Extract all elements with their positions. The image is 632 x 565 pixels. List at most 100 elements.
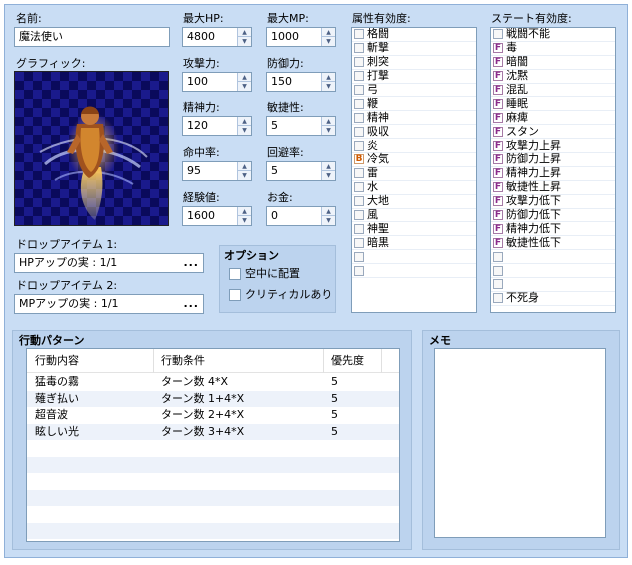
element-efficacy-mark[interactable] bbox=[354, 265, 364, 276]
spin-up-icon[interactable]: ▲ bbox=[238, 117, 251, 126]
state-item[interactable]: F 攻撃力上昇 bbox=[491, 139, 615, 154]
hit-spinner[interactable]: 95 ▲ ▼ bbox=[182, 161, 252, 181]
state-efficacy-mark[interactable] bbox=[493, 293, 503, 304]
element-item[interactable]: 弓 bbox=[352, 83, 476, 98]
state-item[interactable]: F 麻痺 bbox=[491, 111, 615, 126]
element-item[interactable]: 炎 bbox=[352, 139, 476, 154]
spirit-spinner[interactable]: 120 ▲ ▼ bbox=[182, 116, 252, 136]
state-efficacy-mark[interactable]: F bbox=[493, 223, 503, 234]
col-header-condition[interactable]: 行動条件 bbox=[161, 354, 205, 368]
state-efficacy-mark[interactable]: F bbox=[493, 210, 503, 221]
state-item[interactable]: F 混乱 bbox=[491, 83, 615, 98]
state-item[interactable]: F 精神力低下 bbox=[491, 222, 615, 237]
element-efficacy-list[interactable]: 格闘 斬撃 刺突 打撃弓鞭精神 吸収炎 B 冷気雷水大地風神聖 暗黒 bbox=[351, 27, 477, 313]
element-efficacy-mark[interactable] bbox=[354, 43, 364, 54]
state-efficacy-mark[interactable]: F bbox=[493, 43, 503, 54]
state-item[interactable]: F 精神力上昇 bbox=[491, 166, 615, 181]
element-item[interactable]: 吸収 bbox=[352, 125, 476, 140]
table-row[interactable] bbox=[27, 522, 399, 539]
memo-textarea[interactable] bbox=[434, 348, 606, 538]
table-row[interactable] bbox=[27, 440, 399, 456]
spin-up-icon[interactable]: ▲ bbox=[322, 162, 335, 171]
state-item[interactable]: F 敏捷性上昇 bbox=[491, 180, 615, 195]
element-item[interactable]: 鞭 bbox=[352, 97, 476, 112]
table-row[interactable] bbox=[27, 473, 399, 489]
element-item[interactable]: B 冷気 bbox=[352, 152, 476, 167]
element-efficacy-mark[interactable] bbox=[354, 85, 364, 95]
element-item[interactable]: 水 bbox=[352, 180, 476, 195]
state-efficacy-mark[interactable]: F bbox=[493, 57, 503, 68]
state-item[interactable]: F 沈黙 bbox=[491, 69, 615, 84]
table-row[interactable]: 眩しい光 ターン数 3+4*X 5 bbox=[27, 423, 399, 440]
state-efficacy-mark[interactable] bbox=[493, 265, 503, 276]
state-item[interactable] bbox=[491, 250, 615, 265]
spin-up-icon[interactable]: ▲ bbox=[238, 28, 251, 37]
table-row[interactable]: 超音波 ターン数 2+4*X 5 bbox=[27, 407, 399, 423]
spin-down-icon[interactable]: ▼ bbox=[322, 216, 335, 225]
state-efficacy-mark[interactable]: F bbox=[493, 237, 503, 248]
drop-item-2-field[interactable]: MPアップの実 : 1/1 ... bbox=[14, 294, 204, 314]
spin-up-icon[interactable]: ▲ bbox=[322, 117, 335, 126]
element-item[interactable]: 打撃 bbox=[352, 69, 476, 84]
table-row[interactable]: 薙ぎ払い ターン数 1+4*X 5 bbox=[27, 390, 399, 407]
element-item[interactable] bbox=[352, 264, 476, 279]
spin-down-icon[interactable]: ▼ bbox=[238, 126, 251, 135]
state-efficacy-mark[interactable]: F bbox=[493, 126, 503, 137]
element-efficacy-mark[interactable] bbox=[354, 168, 364, 179]
evasion-spinner[interactable]: 5 ▲ ▼ bbox=[266, 161, 336, 181]
element-item[interactable]: 格闘 bbox=[352, 28, 476, 42]
element-efficacy-mark[interactable] bbox=[354, 196, 364, 207]
spin-up-icon[interactable]: ▲ bbox=[238, 207, 251, 216]
element-efficacy-mark[interactable] bbox=[354, 223, 364, 234]
element-item[interactable]: 雷 bbox=[352, 166, 476, 181]
element-efficacy-mark[interactable] bbox=[354, 29, 364, 40]
element-efficacy-mark[interactable] bbox=[354, 210, 364, 221]
element-efficacy-mark[interactable] bbox=[354, 126, 364, 137]
state-efficacy-mark[interactable]: F bbox=[493, 140, 503, 151]
element-item[interactable]: 風 bbox=[352, 208, 476, 223]
element-item[interactable] bbox=[352, 250, 476, 265]
table-row[interactable]: 猛毒の霧 ターン数 4*X 5 bbox=[27, 374, 399, 390]
element-item[interactable]: 斬撃 bbox=[352, 41, 476, 56]
state-efficacy-mark[interactable] bbox=[493, 251, 503, 262]
state-efficacy-mark[interactable]: F bbox=[493, 98, 503, 109]
element-item[interactable]: 刺突 bbox=[352, 55, 476, 70]
state-item[interactable]: F 防御力低下 bbox=[491, 208, 615, 223]
levitate-checkbox[interactable] bbox=[229, 268, 241, 280]
element-item[interactable]: 神聖 bbox=[352, 222, 476, 237]
element-efficacy-mark[interactable] bbox=[354, 140, 364, 151]
element-efficacy-mark[interactable]: B bbox=[354, 154, 364, 165]
spin-down-icon[interactable]: ▼ bbox=[322, 126, 335, 135]
spin-up-icon[interactable]: ▲ bbox=[322, 207, 335, 216]
state-efficacy-mark[interactable]: F bbox=[493, 71, 503, 82]
action-pattern-table[interactable]: 行動内容 行動条件 優先度 猛毒の霧 ターン数 4*X 5 薙ぎ払い ターン数 1+4*… bbox=[26, 348, 400, 542]
state-efficacy-list[interactable]: 戦闘不能 F 毒 F 暗闇 F 沈黙 F 混乱 F 睡眠 F 麻痺 F スタン F 攻撃力上昇 F 防御力上昇 F 精神… bbox=[490, 27, 616, 313]
ellipsis-button[interactable]: ... bbox=[183, 295, 199, 313]
spin-down-icon[interactable]: ▼ bbox=[322, 171, 335, 180]
max-mp-spinner[interactable]: 1000 ▲ ▼ bbox=[266, 27, 336, 47]
state-efficacy-mark[interactable]: F bbox=[493, 85, 503, 95]
state-item[interactable] bbox=[491, 264, 615, 279]
exp-spinner[interactable]: 1600 ▲ ▼ bbox=[182, 206, 252, 226]
spin-down-icon[interactable]: ▼ bbox=[238, 82, 251, 91]
enemy-graphic[interactable] bbox=[14, 71, 169, 226]
name-input[interactable]: 魔法使い bbox=[14, 27, 170, 47]
state-efficacy-mark[interactable]: F bbox=[493, 168, 503, 179]
drop-item-1-field[interactable]: HPアップの実 : 1/1 ... bbox=[14, 253, 204, 273]
table-row[interactable] bbox=[27, 506, 399, 522]
element-efficacy-mark[interactable] bbox=[354, 182, 364, 193]
state-efficacy-mark[interactable]: F bbox=[493, 196, 503, 207]
spin-up-icon[interactable]: ▲ bbox=[322, 73, 335, 82]
element-efficacy-mark[interactable] bbox=[354, 98, 364, 109]
critical-checkbox[interactable] bbox=[229, 289, 241, 301]
spin-up-icon[interactable]: ▲ bbox=[238, 73, 251, 82]
spin-up-icon[interactable]: ▲ bbox=[322, 28, 335, 37]
state-efficacy-mark[interactable]: F bbox=[493, 112, 503, 123]
spin-down-icon[interactable]: ▼ bbox=[238, 216, 251, 225]
spin-down-icon[interactable]: ▼ bbox=[322, 37, 335, 46]
state-item[interactable]: F 暗闇 bbox=[491, 55, 615, 70]
state-efficacy-mark[interactable] bbox=[493, 29, 503, 40]
state-item[interactable]: F 敏捷性低下 bbox=[491, 236, 615, 251]
spin-down-icon[interactable]: ▼ bbox=[238, 37, 251, 46]
agility-spinner[interactable]: 5 ▲ ▼ bbox=[266, 116, 336, 136]
